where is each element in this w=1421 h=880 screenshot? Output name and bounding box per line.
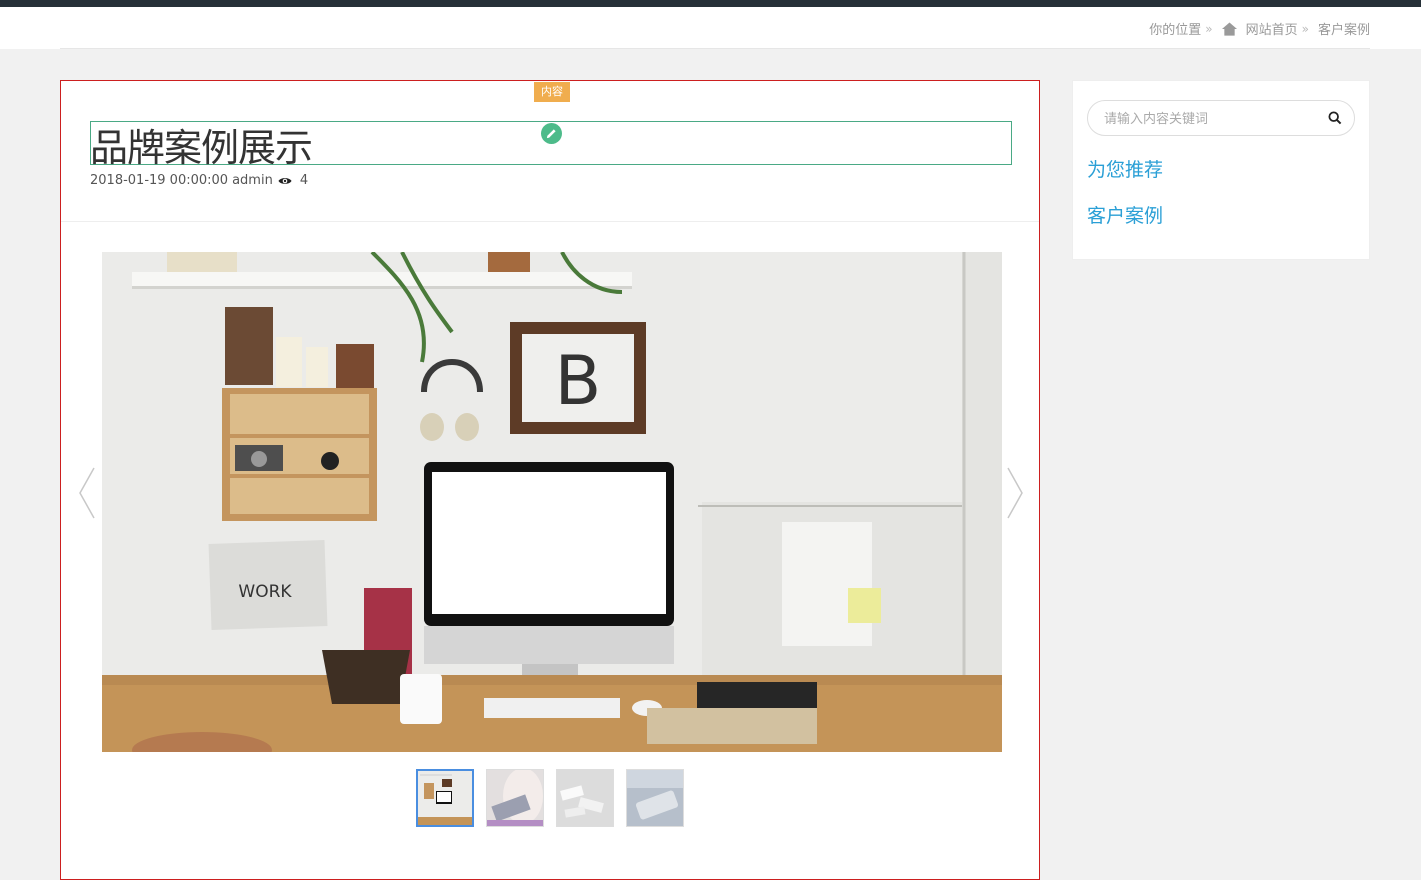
sidebar-link-recommended[interactable]: 为您推荐 [1087, 155, 1163, 182]
eye-icon [278, 177, 292, 184]
previous-arrow-icon[interactable] [77, 467, 97, 519]
article-date: 2018-01-19 00:00:00 [90, 173, 229, 188]
pencil-edit-icon[interactable] [541, 123, 562, 144]
breadcrumb-separator: » [1205, 21, 1213, 36]
search-box [1087, 100, 1355, 136]
work-sign-text: WORK [238, 582, 292, 602]
page-title: 品牌案例展示 [90, 126, 313, 170]
gallery-thumbnail[interactable] [486, 769, 544, 827]
breadcrumb: 你的位置 » 网站首页 » 客户案例 [1149, 19, 1370, 39]
home-icon [1221, 21, 1237, 36]
breadcrumb-divider [60, 48, 1370, 49]
search-input[interactable] [1102, 109, 1316, 129]
article-author: admin [232, 173, 273, 188]
view-count: 4 [299, 173, 309, 188]
gallery-main-image[interactable]: B WORK [102, 252, 1002, 752]
gallery-thumbnail[interactable] [556, 769, 614, 827]
gallery-thumbnail[interactable] [416, 769, 474, 827]
sidebar: 为您推荐 客户案例 [1072, 80, 1370, 260]
top-bar [0, 0, 1421, 7]
header-divider [61, 221, 1039, 222]
sidebar-link-cases[interactable]: 客户案例 [1087, 201, 1163, 228]
gallery-thumbnails [416, 769, 696, 827]
breadcrumb-separator: » [1301, 21, 1309, 36]
breadcrumb-home-link[interactable]: 网站首页 [1246, 19, 1298, 38]
article-meta: 2018-01-19 00:00:00 admin 4 [90, 173, 308, 188]
next-arrow-icon[interactable] [1005, 467, 1025, 519]
content-tag: 内容 [534, 82, 570, 102]
breadcrumb-prefix: 你的位置 [1149, 23, 1202, 38]
article-panel: 内容 品牌案例展示 2018-01-19 00:00:00 admin 4 B … [60, 80, 1040, 880]
breadcrumb-current-link[interactable]: 客户案例 [1318, 19, 1370, 38]
gallery-thumbnail[interactable] [626, 769, 684, 827]
search-icon[interactable] [1328, 111, 1342, 125]
frame-letter: B [555, 342, 602, 421]
